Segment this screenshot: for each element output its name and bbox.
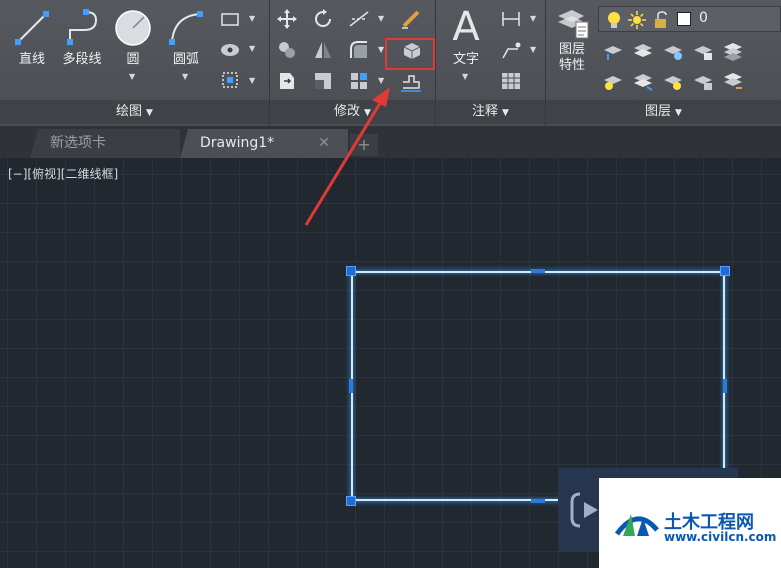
civilcn-logo-icon (614, 514, 659, 536)
watermark-url: www.civilcn.com (664, 530, 777, 544)
watermark: 土木工程网 www.civilcn.com (599, 478, 781, 568)
